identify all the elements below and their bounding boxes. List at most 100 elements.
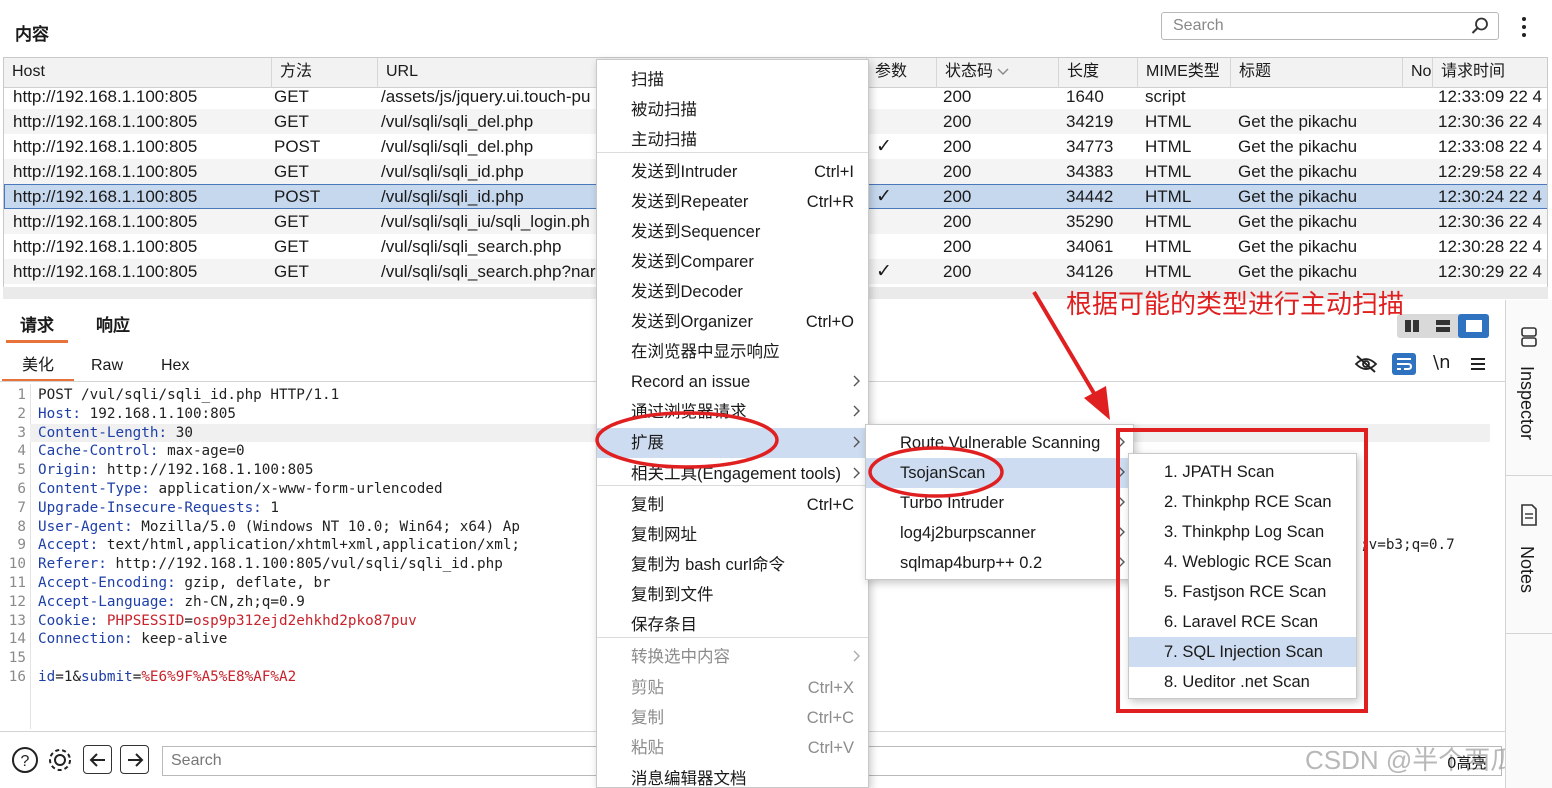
menu-item-label: 7. SQL Injection Scan — [1164, 643, 1323, 661]
code-line: Referer: http://192.168.1.100:805/vul/sq… — [38, 555, 503, 574]
tsojan-scan-item[interactable]: 6. Laravel RCE Scan — [1129, 607, 1356, 637]
row-length: 34061 — [1066, 237, 1114, 256]
context-menu-item[interactable]: Record an issue — [597, 367, 868, 397]
row-title: Get the pikachu — [1238, 187, 1358, 206]
svg-text:?: ? — [20, 753, 29, 770]
header-value: zh-CN,zh;q=0.9 — [175, 593, 305, 610]
context-menu-item[interactable]: 保存条目 — [597, 610, 868, 640]
context-menu-item[interactable]: 扩展 — [597, 428, 868, 458]
settings-gear-icon[interactable] — [45, 745, 74, 774]
context-menu-item[interactable]: 被动扫描 — [597, 95, 868, 125]
chevron-right-icon — [853, 642, 861, 672]
chevron-right-icon — [1118, 488, 1126, 518]
context-menu-item[interactable]: 发送到Decoder — [597, 277, 868, 307]
row-method: GET — [274, 237, 309, 256]
row-time: 12:30:28 22 4 — [1438, 237, 1542, 256]
menu-item-label: 扩展 — [631, 434, 664, 452]
top-search-input[interactable] — [1162, 13, 1452, 39]
kebab-menu-icon[interactable] — [1516, 14, 1532, 40]
tsojan-scan-item[interactable]: 8. Ueditor .net Scan — [1129, 667, 1356, 697]
context-menu-item: 转换选中内容 — [597, 642, 868, 672]
tab-raw[interactable]: Raw — [71, 352, 143, 382]
line-number: 16 — [8, 669, 26, 685]
context-menu-item[interactable]: 复制到文件 — [597, 580, 868, 610]
code-line: User-Agent: Mozilla/5.0 (Windows NT 10.0… — [38, 518, 520, 537]
magnifier-icon[interactable] — [1470, 16, 1490, 40]
split-horizontal-icon[interactable] — [1428, 314, 1459, 338]
inspector-icon[interactable] — [1519, 326, 1539, 352]
header-value: 1 — [261, 499, 280, 516]
chevron-right-icon — [1118, 518, 1126, 548]
tsojan-scan-item[interactable]: 3. Thinkphp Log Scan — [1129, 517, 1356, 547]
cookie-value: osp9p312ejd2ehkhd2pko87puv — [192, 612, 417, 629]
context-menu-item[interactable]: 发送到Sequencer — [597, 217, 868, 247]
context-menu-item[interactable]: 发送到Repeater Ctrl+R — [597, 187, 868, 217]
context-menu-item[interactable]: 复制 Ctrl+C — [597, 490, 868, 520]
header-key: Cookie: — [38, 612, 99, 629]
row-url: /vul/sqli/sqli_id.php — [381, 162, 524, 181]
layout-toggle-group[interactable] — [1397, 314, 1490, 338]
top-search-box[interactable] — [1161, 12, 1499, 40]
extension-menu-item[interactable]: TsojanScan — [866, 458, 1133, 488]
row-host: http://192.168.1.100:805 — [13, 237, 198, 256]
single-pane-icon[interactable] — [1458, 314, 1490, 338]
context-menu-item[interactable]: 通过浏览器请求 — [597, 397, 868, 427]
context-menu-item[interactable]: 消息编辑器文档 — [597, 764, 868, 788]
forward-arrow-icon[interactable] — [120, 745, 149, 774]
context-menu-item[interactable]: 发送到Organizer Ctrl+O — [597, 307, 868, 337]
context-menu-item[interactable]: 主动扫描 — [597, 125, 868, 155]
menu-item-label: TsojanScan — [900, 464, 986, 482]
tsojan-scan-item[interactable]: 4. Weblogic RCE Scan — [1129, 547, 1356, 577]
row-title: Get the pikachu — [1238, 262, 1358, 281]
menu-item-shortcut: Ctrl+X — [807, 679, 854, 697]
newline-icon[interactable]: \n — [1433, 352, 1450, 373]
row-url: /vul/sqli/sqli_del.php — [381, 137, 534, 156]
body-eq: = — [55, 669, 64, 685]
row-time: 12:30:24 22 4 — [1438, 187, 1542, 206]
extension-menu-item[interactable]: log4j2burpscanner — [866, 518, 1133, 548]
tsojan-scan-item[interactable]: 2. Thinkphp RCE Scan — [1129, 487, 1356, 517]
back-arrow-icon[interactable] — [83, 745, 112, 774]
context-menu-item: 复制 Ctrl+C — [597, 703, 868, 733]
tab-pretty[interactable]: 美化 — [2, 352, 75, 382]
menu-item-label: 8. Ueditor .net Scan — [1164, 673, 1310, 691]
menu-item-label: 相关工具(Engagement tools) — [631, 465, 841, 483]
context-menu-item[interactable]: 扫描 — [597, 65, 868, 95]
context-menu-item[interactable]: 复制网址 — [597, 520, 868, 550]
context-menu-item[interactable]: 在浏览器中显示响应 — [597, 337, 868, 367]
inspector-tab[interactable]: Inspector — [1516, 366, 1537, 440]
row-length: 34219 — [1066, 112, 1114, 131]
eye-off-icon[interactable] — [1354, 354, 1378, 378]
row-method: GET — [274, 87, 309, 106]
cookie-name: PHPSESSID — [106, 612, 185, 629]
header-key: Accept-Encoding: — [38, 575, 176, 591]
menu-item-label: 在浏览器中显示响应 — [631, 343, 780, 361]
tab-response[interactable]: 响应 — [82, 313, 144, 343]
menu-item-label: 保存条目 — [631, 616, 697, 634]
help-icon[interactable]: ? — [10, 745, 39, 774]
menu-item-shortcut: Ctrl+C — [806, 496, 854, 514]
hamburger-icon[interactable] — [1470, 356, 1486, 375]
tsojan-scan-item[interactable]: 5. Fastjson RCE Scan — [1129, 577, 1356, 607]
line-number: 9 — [17, 537, 26, 554]
extension-menu-item[interactable]: Route Vulnerable Scanning — [866, 428, 1133, 458]
context-menu-item[interactable]: 相关工具(Engagement tools) — [597, 459, 868, 489]
context-menu-item[interactable]: 发送到Comparer — [597, 247, 868, 277]
wrap-icon[interactable] — [1392, 353, 1416, 375]
row-url: /vul/sqli/sqli_search.php — [381, 237, 562, 256]
tsojan-scan-item[interactable]: 7. SQL Injection Scan — [1129, 637, 1356, 667]
extension-menu-item[interactable]: Turbo Intruder — [866, 488, 1133, 518]
context-menu-item[interactable]: 发送到Intruder Ctrl+I — [597, 157, 868, 187]
chevron-right-icon — [1118, 458, 1126, 488]
body-amp: & — [72, 669, 82, 685]
tab-hex[interactable]: Hex — [141, 352, 209, 382]
tsojan-scan-item[interactable]: 1. JPATH Scan — [1129, 457, 1356, 487]
notes-icon[interactable] — [1519, 504, 1539, 530]
tab-request[interactable]: 请求 — [6, 313, 68, 343]
context-menu-item[interactable]: 复制为 bash curl命令 — [597, 550, 868, 580]
menu-item-label: 6. Laravel RCE Scan — [1164, 613, 1319, 631]
menu-item-label: 发送到Comparer — [631, 253, 754, 271]
extension-menu-item[interactable]: sqlmap4burp++ 0.2 — [866, 548, 1133, 578]
code-line: Cookie: PHPSESSID=osp9p312ejd2ehkhd2pko8… — [38, 612, 417, 631]
notes-tab[interactable]: Notes — [1516, 546, 1537, 593]
